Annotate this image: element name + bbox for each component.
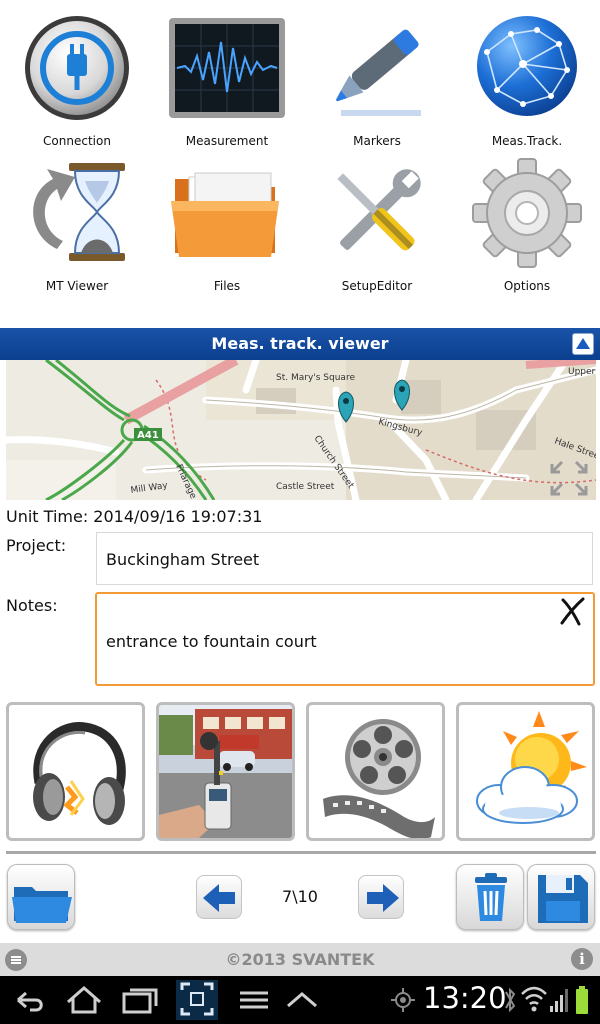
menu-mt-viewer-label: MT Viewer <box>45 279 109 293</box>
video-attachment[interactable] <box>306 702 445 841</box>
signal-icon <box>550 989 568 1012</box>
project-label: Project: <box>6 536 67 555</box>
map-label-castle: Castle Street <box>276 482 335 492</box>
menu-mt-viewer[interactable]: MT Viewer <box>2 149 152 294</box>
clear-notes-icon[interactable] <box>557 596 587 626</box>
copyright-text: ©2013 SVANTEK <box>225 950 375 969</box>
arrow-right-icon <box>367 884 399 912</box>
bluetooth-icon <box>505 987 516 1013</box>
info-icon[interactable]: i <box>571 948 593 970</box>
main-menu-grid: Connection Measurement Markers Meas.Trac… <box>0 0 600 325</box>
menu-icon[interactable] <box>236 976 272 1024</box>
menu-meas-track[interactable]: Meas.Track. <box>452 4 600 149</box>
menu-measurement-label: Measurement <box>185 134 269 148</box>
menu-options[interactable]: Options <box>452 149 600 294</box>
footer-bar: ©2013 SVANTEK i <box>0 943 600 976</box>
gps-icon <box>391 988 415 1012</box>
photo-thumbnail <box>159 705 292 838</box>
weather-attachment[interactable] <box>456 702 595 841</box>
battery-icon <box>576 986 588 1014</box>
open-folder-button[interactable] <box>7 864 75 930</box>
map-road-label: A41 <box>137 430 159 441</box>
section-header: Meas. track. viewer <box>0 328 600 360</box>
save-button[interactable] <box>527 864 595 930</box>
menu-options-label: Options <box>503 279 551 293</box>
notes-label: Notes: <box>6 596 58 615</box>
app-screen: Connection Measurement Markers Meas.Trac… <box>0 0 600 1024</box>
film-reel-icon <box>323 719 435 838</box>
notes-text: entrance to fountain court <box>106 632 317 651</box>
menu-setup-editor[interactable]: SetupEditor <box>302 149 452 294</box>
page-indicator: 7\10 <box>282 887 318 906</box>
photo-attachment[interactable] <box>156 702 295 841</box>
menu-measurement[interactable]: Measurement <box>152 4 302 149</box>
project-field[interactable]: Buckingham Street <box>96 532 593 585</box>
menu-files-label: Files <box>213 279 241 293</box>
next-button[interactable] <box>358 875 404 919</box>
folder-icon <box>171 172 279 257</box>
globe-network-icon <box>477 16 577 116</box>
menu-markers[interactable]: Markers <box>302 4 452 149</box>
triangle-up-icon <box>576 338 590 349</box>
street-map: A41 St. Mary's Square Kingsbury Church S… <box>6 360 596 500</box>
clock: 13:20 <box>423 981 507 1015</box>
arrow-left-icon <box>203 884 235 912</box>
marker-pen-icon <box>335 29 421 116</box>
recent-apps-icon[interactable] <box>118 976 162 1024</box>
delete-button[interactable] <box>456 864 524 930</box>
chevron-up-icon[interactable] <box>282 976 322 1024</box>
track-map[interactable]: A41 St. Mary's Square Kingsbury Church S… <box>6 360 596 500</box>
home-icon[interactable] <box>62 976 106 1024</box>
back-icon[interactable] <box>10 976 50 1024</box>
sun-cloud-icon <box>476 711 587 824</box>
map-label-upper: Upper <box>568 367 596 377</box>
floppy-disk-icon <box>538 875 588 923</box>
section-title: Meas. track. viewer <box>211 334 389 353</box>
menu-markers-label: Markers <box>353 134 401 148</box>
notes-field[interactable]: entrance to fountain court <box>95 592 595 686</box>
previous-button[interactable] <box>196 875 242 919</box>
menu-meas-track-label: Meas.Track. <box>491 134 563 148</box>
menu-connection[interactable]: Connection <box>2 4 152 149</box>
divider <box>6 851 596 854</box>
tools-icon <box>337 169 421 251</box>
trash-icon <box>475 873 507 921</box>
unit-time: Unit Time: 2014/09/16 19:07:31 <box>6 507 263 526</box>
headphones-icon <box>33 722 126 825</box>
map-label-st-marys: St. Mary's Square <box>276 373 355 383</box>
menu-connection-label: Connection <box>43 134 111 148</box>
audio-attachment[interactable] <box>6 702 145 841</box>
plug-icon <box>25 16 129 120</box>
hourglass-icon <box>33 163 125 261</box>
collapse-button[interactable] <box>572 333 594 355</box>
system-nav-bar: 13:20 <box>0 976 600 1024</box>
gear-icon <box>472 158 582 268</box>
screenshot-icon[interactable] <box>174 976 220 1024</box>
map-label-mill: Mill Way <box>130 481 169 496</box>
menu-files[interactable]: Files <box>152 149 302 294</box>
menu-setup-editor-label: SetupEditor <box>341 279 413 293</box>
waveform-icon <box>169 18 285 118</box>
folder-open-icon <box>12 887 72 923</box>
wifi-icon <box>521 986 547 1012</box>
